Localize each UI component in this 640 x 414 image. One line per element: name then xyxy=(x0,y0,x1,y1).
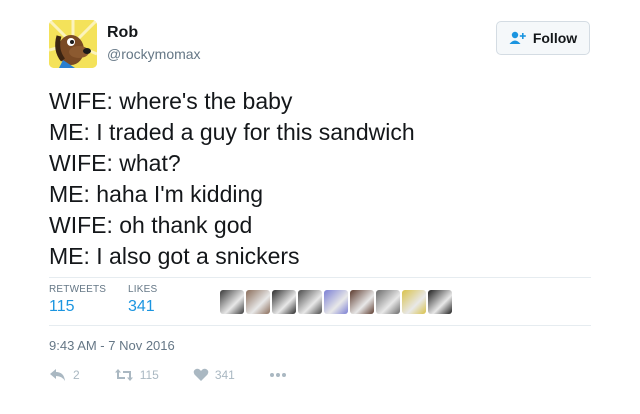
reply-count: 2 xyxy=(73,368,80,382)
avatar[interactable] xyxy=(49,20,97,68)
reply-button[interactable]: 2 xyxy=(49,368,80,382)
liker-avatar-1[interactable] xyxy=(220,290,244,314)
liker-avatar-6[interactable] xyxy=(350,290,374,314)
reply-icon xyxy=(50,369,65,381)
more-dots-icon xyxy=(269,373,286,377)
likes-count[interactable]: 341 xyxy=(128,298,155,316)
follow-label: Follow xyxy=(532,30,578,46)
tweet-line: WIFE: what? xyxy=(49,150,181,176)
liker-avatar-2[interactable] xyxy=(246,290,270,314)
liker-avatar-3[interactable] xyxy=(272,290,296,314)
tweet-line: ME: I also got a snickers xyxy=(49,243,300,269)
retweet-button[interactable]: 115 xyxy=(114,368,159,382)
follow-button[interactable]: Follow xyxy=(496,21,590,55)
liker-avatar-8[interactable] xyxy=(402,290,426,314)
retweet-count: 115 xyxy=(139,368,159,382)
tweet-line: ME: haha I'm kidding xyxy=(49,181,264,207)
more-button[interactable] xyxy=(269,372,287,378)
stats-divider-top xyxy=(49,277,591,278)
like-count: 341 xyxy=(214,368,235,382)
tweet-line: WIFE: oh thank god xyxy=(49,212,253,238)
likes-label: LIKES xyxy=(128,284,158,295)
dog-avatar-icon xyxy=(49,20,97,68)
liker-avatar-7[interactable] xyxy=(376,290,400,314)
liker-avatars xyxy=(220,290,452,314)
liker-avatar-4[interactable] xyxy=(298,290,322,314)
tweet-line: ME: I traded a guy for this sandwich xyxy=(49,119,415,145)
user-name[interactable]: Rob xyxy=(107,24,138,42)
liker-avatar-5[interactable] xyxy=(324,290,348,314)
heart-icon xyxy=(193,368,209,381)
liker-avatar-9[interactable] xyxy=(428,290,452,314)
like-button[interactable]: 341 xyxy=(193,368,235,382)
tweet-text: WIFE: where's the baby ME: I traded a gu… xyxy=(49,86,415,272)
retweet-icon xyxy=(114,369,133,381)
tweet-line: WIFE: where's the baby xyxy=(49,88,293,114)
tweet-actions: 2 115 341 xyxy=(49,368,321,382)
retweets-count[interactable]: 115 xyxy=(49,298,75,316)
user-handle[interactable]: @rockymomax xyxy=(107,46,201,62)
add-user-icon xyxy=(509,31,526,44)
retweets-label: RETWEETS xyxy=(49,284,107,295)
tweet-timestamp[interactable]: 9:43 AM - 7 Nov 2016 xyxy=(49,338,175,353)
stats-divider-bottom xyxy=(49,325,591,326)
